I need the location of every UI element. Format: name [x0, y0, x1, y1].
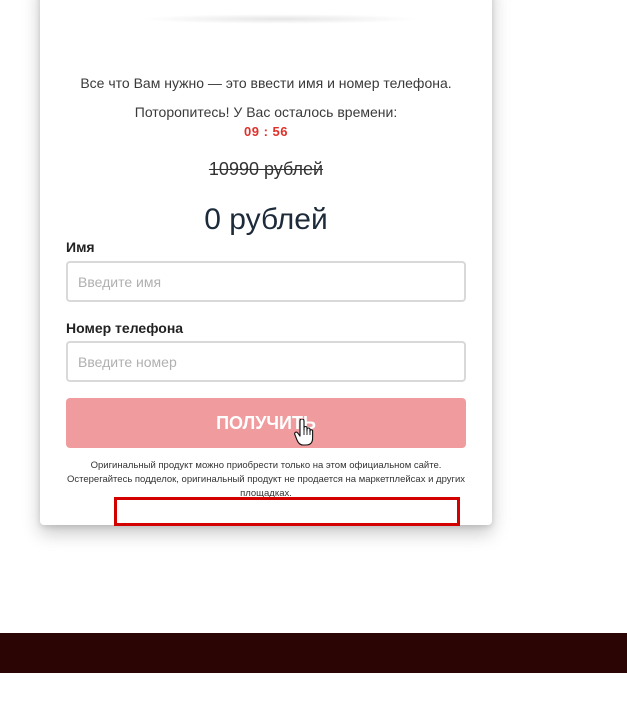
countdown-timer: 09 : 56: [244, 124, 288, 139]
disclaimer-text: Оригинальный продукт можно приобрести то…: [66, 460, 466, 499]
name-input[interactable]: [66, 261, 466, 302]
name-label: Имя: [66, 239, 95, 255]
hurry-text: Поторопитесь! У Вас осталось времени:: [134, 104, 398, 120]
phone-label: Номер телефона: [66, 320, 184, 336]
old-price: 10990 рублей: [208, 159, 324, 179]
product-image: [152, 0, 372, 18]
intro-text: Все что Вам нужно — это ввести имя и ном…: [80, 75, 452, 91]
phone-input[interactable]: [66, 341, 466, 382]
footer-band: [0, 633, 627, 673]
highlight-box: [114, 497, 460, 526]
page: Все что Вам нужно — это ввести имя и ном…: [0, 0, 627, 728]
submit-button[interactable]: ПОЛУЧИТЬ: [66, 398, 466, 448]
hand-pointer-icon: [294, 419, 314, 446]
new-price: 0 рублей: [204, 203, 328, 236]
